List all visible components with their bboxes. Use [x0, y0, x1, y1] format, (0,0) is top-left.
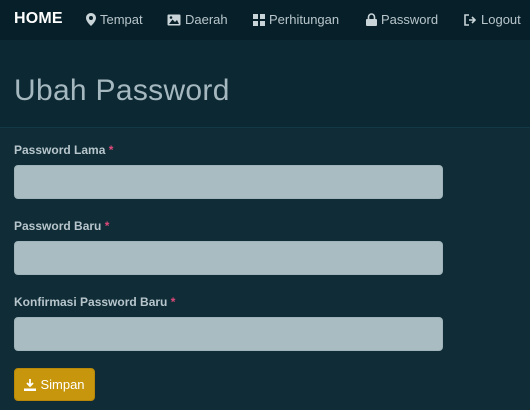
- top-navbar: HOME Tempat Daerah Perhitungan Password: [0, 0, 530, 40]
- old-password-label-text: Password Lama: [14, 143, 106, 157]
- page-title: Ubah Password: [14, 74, 230, 107]
- nav-item-password[interactable]: Password: [366, 12, 438, 27]
- required-mark: *: [170, 295, 176, 309]
- nav-item-label: Daerah: [185, 12, 228, 27]
- confirm-password-label: Konfirmasi Password Baru *: [14, 295, 175, 309]
- download-icon: [24, 378, 37, 391]
- required-mark: *: [108, 143, 114, 157]
- nav-item-label: Logout: [481, 12, 521, 27]
- grid-icon: [253, 13, 265, 26]
- logout-icon: [464, 13, 477, 26]
- new-password-input[interactable]: [14, 241, 443, 275]
- old-password-label: Password Lama *: [14, 143, 113, 157]
- map-marker-icon: [86, 13, 96, 26]
- nav-item-tempat[interactable]: Tempat: [86, 12, 143, 27]
- image-icon: [167, 14, 181, 25]
- new-password-label-text: Password Baru: [14, 219, 102, 233]
- nav-item-daerah[interactable]: Daerah: [167, 12, 228, 27]
- confirm-password-label-text: Konfirmasi Password Baru: [14, 295, 168, 309]
- nav-item-logout[interactable]: Logout: [464, 12, 521, 27]
- nav-item-label: Password: [381, 12, 439, 27]
- required-mark: *: [104, 219, 110, 233]
- nav-item-label: Tempat: [100, 12, 143, 27]
- lock-icon: [366, 13, 377, 26]
- confirm-password-input[interactable]: [14, 317, 443, 351]
- old-password-input[interactable]: [14, 165, 443, 199]
- nav-item-label: Perhitungan: [269, 12, 340, 27]
- save-button-label: Simpan: [40, 377, 85, 392]
- save-button[interactable]: Simpan: [14, 368, 95, 401]
- nav-home-link[interactable]: HOME: [14, 10, 63, 28]
- nav-item-perhitungan[interactable]: Perhitungan: [253, 12, 339, 27]
- page-header: Ubah Password: [0, 40, 530, 128]
- new-password-label: Password Baru *: [14, 219, 109, 233]
